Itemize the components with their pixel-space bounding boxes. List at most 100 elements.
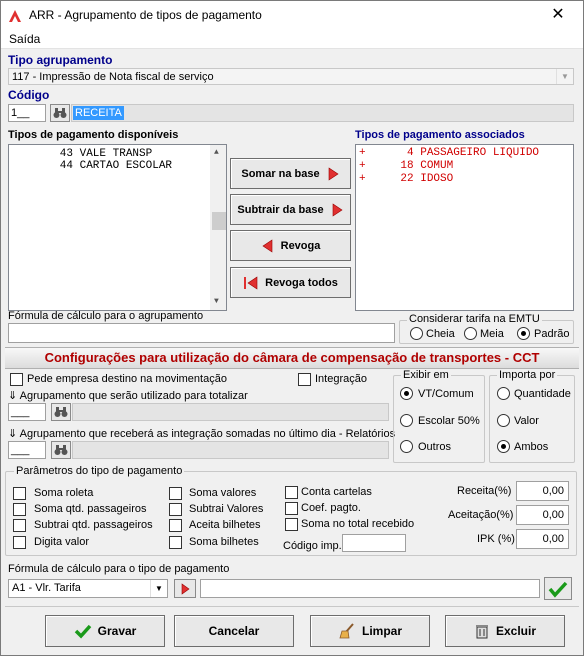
aceitacao-input[interactable]: 0,00 bbox=[516, 505, 569, 525]
soma-total-recebido-label: Soma no total recebido bbox=[301, 518, 415, 530]
ipk-input[interactable]: 0,00 bbox=[516, 529, 569, 549]
exibir-vt-comum-radio[interactable] bbox=[400, 387, 413, 400]
tarifa-meia-radio[interactable] bbox=[464, 327, 477, 340]
revoga-button[interactable]: Revoga bbox=[230, 230, 351, 261]
importa-quantidade-radio[interactable] bbox=[497, 387, 510, 400]
codigo-label: Código bbox=[8, 88, 50, 102]
formula-agrupamento-input[interactable] bbox=[8, 323, 395, 343]
revoga-label: Revoga bbox=[280, 239, 321, 252]
agrup-totalizar-description bbox=[72, 403, 389, 421]
conta-cartelas-checkbox[interactable] bbox=[285, 486, 298, 499]
binoculars-button[interactable] bbox=[51, 403, 71, 421]
importa-valor-radio[interactable] bbox=[497, 414, 510, 427]
tarifa-cheia-label: Cheia bbox=[426, 328, 455, 340]
subtrai-qtd-passageiros-checkbox[interactable] bbox=[13, 519, 26, 532]
cct-section-header: Configurações para utilização do câmara … bbox=[5, 347, 579, 369]
title-bar: ARR - Agrupamento de tipos de pagamento … bbox=[1, 1, 583, 31]
list-item[interactable]: 43 VALE TRANSP bbox=[13, 148, 152, 160]
arrow-down-small-icon: ⇓ bbox=[8, 390, 18, 402]
digita-valor-checkbox[interactable] bbox=[13, 536, 26, 549]
scroll-thumb[interactable] bbox=[212, 212, 226, 230]
aceita-bilhetes-checkbox[interactable] bbox=[169, 519, 182, 532]
list-item[interactable]: +18 COMUM bbox=[359, 160, 453, 172]
coef-pagto-checkbox[interactable] bbox=[285, 502, 298, 515]
broom-icon bbox=[339, 623, 354, 639]
subtrai-qtd-passageiros-label: Subtrai qtd. passageiros bbox=[34, 519, 153, 531]
associados-label: Tipos de pagamento associados bbox=[355, 129, 525, 141]
scroll-down-icon[interactable]: ▼ bbox=[214, 297, 219, 306]
binoculars-icon bbox=[53, 108, 67, 118]
cancelar-button[interactable]: Cancelar bbox=[174, 615, 294, 647]
importa-valor-label: Valor bbox=[514, 415, 539, 427]
formula-tipo-input[interactable] bbox=[200, 579, 540, 598]
exibir-escolar-radio[interactable] bbox=[400, 414, 413, 427]
formula-tipo-selected: A1 - Vlr. Tarifa bbox=[12, 582, 81, 594]
receita-input[interactable]: 0,00 bbox=[516, 481, 569, 501]
close-button[interactable]: ✕ bbox=[535, 1, 581, 30]
exibir-outros-radio[interactable] bbox=[400, 440, 413, 453]
codigo-input[interactable]: 1__ bbox=[8, 104, 46, 122]
list-item[interactable]: 44 CARTAO ESCOLAR bbox=[13, 160, 172, 172]
importa-ambos-label: Ambos bbox=[514, 441, 549, 453]
agrup-integracao-input[interactable]: ___ bbox=[8, 441, 46, 459]
conta-cartelas-label: Conta cartelas bbox=[301, 486, 372, 498]
insert-formula-button[interactable] bbox=[174, 579, 196, 598]
subtrai-valores-label: Subtrai Valores bbox=[189, 503, 264, 515]
revoga-todos-button[interactable]: Revoga todos bbox=[230, 267, 351, 298]
arrow-left-icon bbox=[262, 238, 272, 253]
disponiveis-label: Tipos de pagamento disponíveis bbox=[8, 129, 179, 141]
formula-tipo-label: Fórmula de cálculo para o tipo de pagame… bbox=[8, 563, 230, 575]
disponiveis-list[interactable]: 43 VALE TRANSP 44 CARTAO ESCOLAR ▲ ▼ bbox=[8, 144, 227, 311]
subtrair-base-button[interactable]: Subtrair da base bbox=[230, 194, 351, 225]
binoculars-button[interactable] bbox=[51, 441, 71, 459]
excluir-button[interactable]: Excluir bbox=[445, 615, 565, 647]
pede-empresa-checkbox[interactable] bbox=[10, 373, 23, 386]
chevron-down-icon[interactable]: ▼ bbox=[556, 69, 573, 84]
revoga-todos-label: Revoga todos bbox=[265, 276, 338, 289]
binoculars-button[interactable] bbox=[50, 104, 70, 122]
list-item[interactable]: +4 PASSAGEIRO LIQUIDO bbox=[359, 147, 539, 159]
tarifa-padrao-radio[interactable] bbox=[517, 327, 530, 340]
aceitacao-label: Aceitação(%) bbox=[448, 509, 514, 521]
coef-pagto-label: Coef. pagto. bbox=[301, 502, 361, 514]
aceita-bilhetes-label: Aceita bilhetes bbox=[189, 519, 261, 531]
soma-qtd-passageiros-checkbox[interactable] bbox=[13, 503, 26, 516]
main-window: ARR - Agrupamento de tipos de pagamento … bbox=[0, 0, 584, 656]
binoculars-icon bbox=[54, 445, 68, 455]
checkmark-icon bbox=[74, 624, 91, 639]
importa-ambos-radio[interactable] bbox=[497, 440, 510, 453]
arrow-right-icon bbox=[332, 202, 343, 217]
codigo-imp-input[interactable] bbox=[342, 534, 406, 552]
scroll-up-icon[interactable]: ▲ bbox=[214, 148, 219, 157]
arrow-left-end-icon bbox=[244, 275, 258, 290]
formula-tipo-select[interactable]: A1 - Vlr. Tarifa ▼ bbox=[8, 579, 168, 598]
codigo-description: RECEITA bbox=[71, 104, 574, 122]
subtrai-valores-checkbox[interactable] bbox=[169, 503, 182, 516]
importa-por-label: Importa por bbox=[497, 369, 558, 381]
disponiveis-scrollbar[interactable]: ▲ ▼ bbox=[210, 145, 226, 310]
menu-saida[interactable]: Saída bbox=[9, 32, 40, 46]
tipo-agrupamento-select[interactable]: 117 - Impressão de Nota fiscal de serviç… bbox=[8, 68, 574, 85]
list-item[interactable]: +22 IDOSO bbox=[359, 173, 453, 185]
close-icon: ✕ bbox=[551, 6, 565, 23]
agrup-totalizar-input[interactable]: ___ bbox=[8, 403, 46, 421]
somar-base-button[interactable]: Somar na base bbox=[230, 158, 351, 189]
soma-roleta-checkbox[interactable] bbox=[13, 487, 26, 500]
integracao-checkbox[interactable] bbox=[298, 373, 311, 386]
soma-total-recebido-checkbox[interactable] bbox=[285, 518, 298, 531]
limpar-button[interactable]: Limpar bbox=[310, 615, 430, 647]
parametros-label: Parâmetros do tipo de pagamento bbox=[14, 465, 185, 477]
arrow-down-small-icon: ⇓ bbox=[8, 428, 18, 440]
confirm-formula-button[interactable] bbox=[544, 577, 572, 600]
chevron-down-icon[interactable]: ▼ bbox=[150, 580, 167, 597]
gravar-button[interactable]: Gravar bbox=[45, 615, 165, 647]
checkmark-icon bbox=[548, 581, 568, 598]
codigo-value: 1__ bbox=[11, 107, 30, 119]
limpar-label: Limpar bbox=[361, 624, 402, 638]
soma-bilhetes-checkbox[interactable] bbox=[169, 536, 182, 549]
associados-list[interactable]: +4 PASSAGEIRO LIQUIDO +18 COMUM +22 IDOS… bbox=[355, 144, 574, 311]
agrup-totalizar-label: ⇓ Agrupamento que serão utilizado para t… bbox=[8, 390, 248, 402]
tarifa-cheia-radio[interactable] bbox=[410, 327, 423, 340]
app-icon bbox=[9, 10, 21, 22]
soma-valores-checkbox[interactable] bbox=[169, 487, 182, 500]
